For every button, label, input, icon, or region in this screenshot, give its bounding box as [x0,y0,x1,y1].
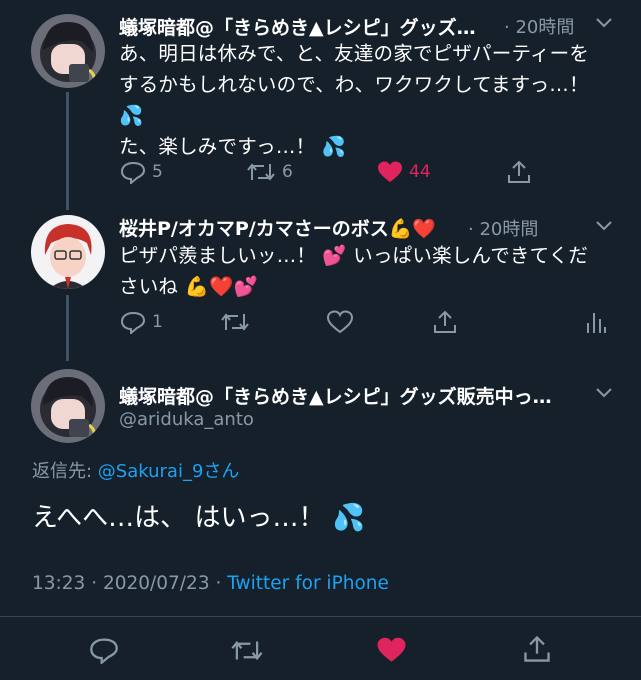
share-button[interactable] [432,309,458,335]
chevron-down-icon[interactable] [594,386,614,400]
main-tweet-text: えへへ…は、 はいっ…！ 💦 [32,503,366,533]
tweet-time-value: 20時間 [515,17,575,38]
tweet-time-value: 20時間 [479,219,539,240]
tweet-text-line: た、楽しみですっ…！ 💦 [119,135,347,158]
avatar-sakurai[interactable] [31,215,105,289]
tweet-text-line: さいね 💪❤️💕 [119,275,258,298]
share-button[interactable] [522,634,552,664]
retweet-icon [247,163,275,181]
retweet-button[interactable] [220,310,250,334]
like-icon [327,310,353,334]
reply-icon [120,161,146,184]
tweet-text-line: ピザパ羨ましいッ…！ 💕 いっぱい楽しんできてくだ [119,244,589,267]
retweet-count: 6 [282,162,293,182]
reply-button[interactable]: 5 [120,160,163,184]
like-button[interactable] [376,636,407,664]
retweet-icon [231,640,263,661]
author-handle[interactable]: @ariduka_anto [119,409,254,430]
thread-line [66,92,69,210]
tweet-time[interactable]: · 20時間 [504,13,574,39]
avatar-ariduka[interactable] [31,14,105,88]
reply-count: 5 [152,162,163,182]
timestamp[interactable]: 13:23 · 2020/07/23 · [32,573,227,594]
reply-icon [90,638,118,664]
share-button[interactable] [506,159,532,185]
analytics-button[interactable] [585,309,607,335]
like-count: 44 [409,162,431,182]
source-link[interactable]: Twitter for iPhone [227,573,389,594]
avatar-ariduka[interactable] [31,369,105,443]
like-icon [378,161,402,182]
reply-button[interactable] [89,636,119,664]
share-icon [434,310,456,333]
tweet-text-line: あ、明日は休みで、と、友達の家でピザパーティーを [119,42,590,65]
reply-to-link[interactable]: @Sakurai_9さん [98,461,240,482]
retweet-button[interactable]: 6 [246,160,293,184]
reply-count: 1 [152,312,163,332]
like-button[interactable]: 44 [377,160,431,184]
retweet-icon [221,313,249,331]
tweet-text-line: 💦 [119,104,144,127]
reply-context: 返信先: @Sakurai_9さん [32,457,239,483]
author-name[interactable]: 桜井P/オカマP/カマさーのボス💪❤️ [119,214,436,241]
tweet-text: ピザパ羨ましいッ…！ 💕 いっぱい楽しんできてくだ さいね 💪❤️💕 [119,240,619,302]
author-name[interactable]: 蟻塚暗都@「きらめき▲レシピ」グッズ販売中っ… [119,382,589,409]
analytics-icon [587,313,606,333]
tweet-meta: 13:23 · 2020/07/23 · Twitter for iPhone [32,573,389,594]
tweet-text-line: するかもしれないので、わ、ワクワクしてますっ…！ [119,73,589,96]
share-icon [524,635,550,662]
retweet-button[interactable] [230,637,264,664]
like-button[interactable] [327,310,353,334]
tweet-time[interactable]: · 20時間 [468,215,538,241]
author-name[interactable]: 蟻塚暗都@「きらめき▲レシピ」グッズ… [119,13,504,40]
tweet-text: あ、明日は休みで、と、友達の家でピザパーティーを するかもしれないので、わ、ワク… [119,38,619,162]
share-icon [508,160,530,183]
reply-icon [120,311,146,334]
reply-button[interactable]: 1 [120,310,163,334]
reply-context-label: 返信先: [32,461,98,482]
like-icon [377,637,406,662]
divider [0,616,641,617]
chevron-down-icon[interactable] [594,16,614,30]
chevron-down-icon[interactable] [594,219,614,233]
thread-line [66,295,69,361]
